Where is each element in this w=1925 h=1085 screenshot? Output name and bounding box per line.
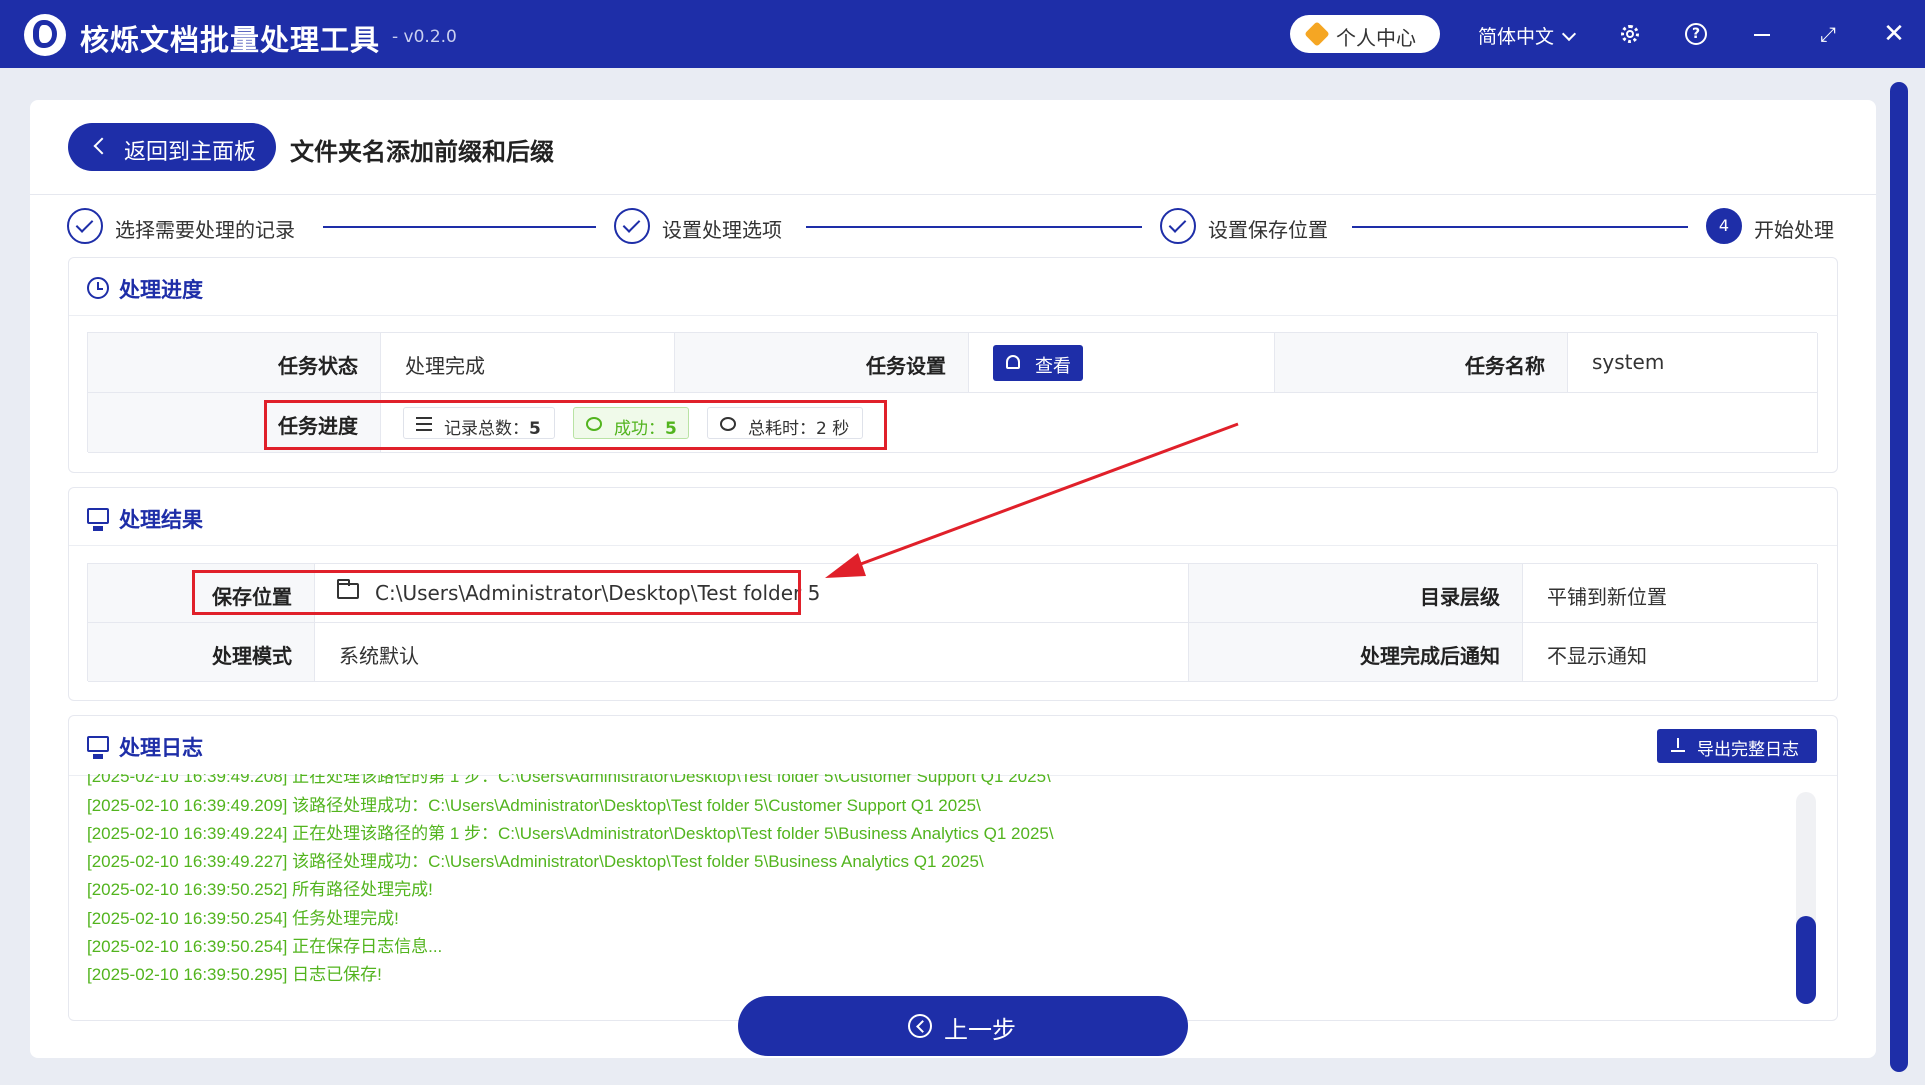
annotation-arrow <box>825 422 1239 578</box>
